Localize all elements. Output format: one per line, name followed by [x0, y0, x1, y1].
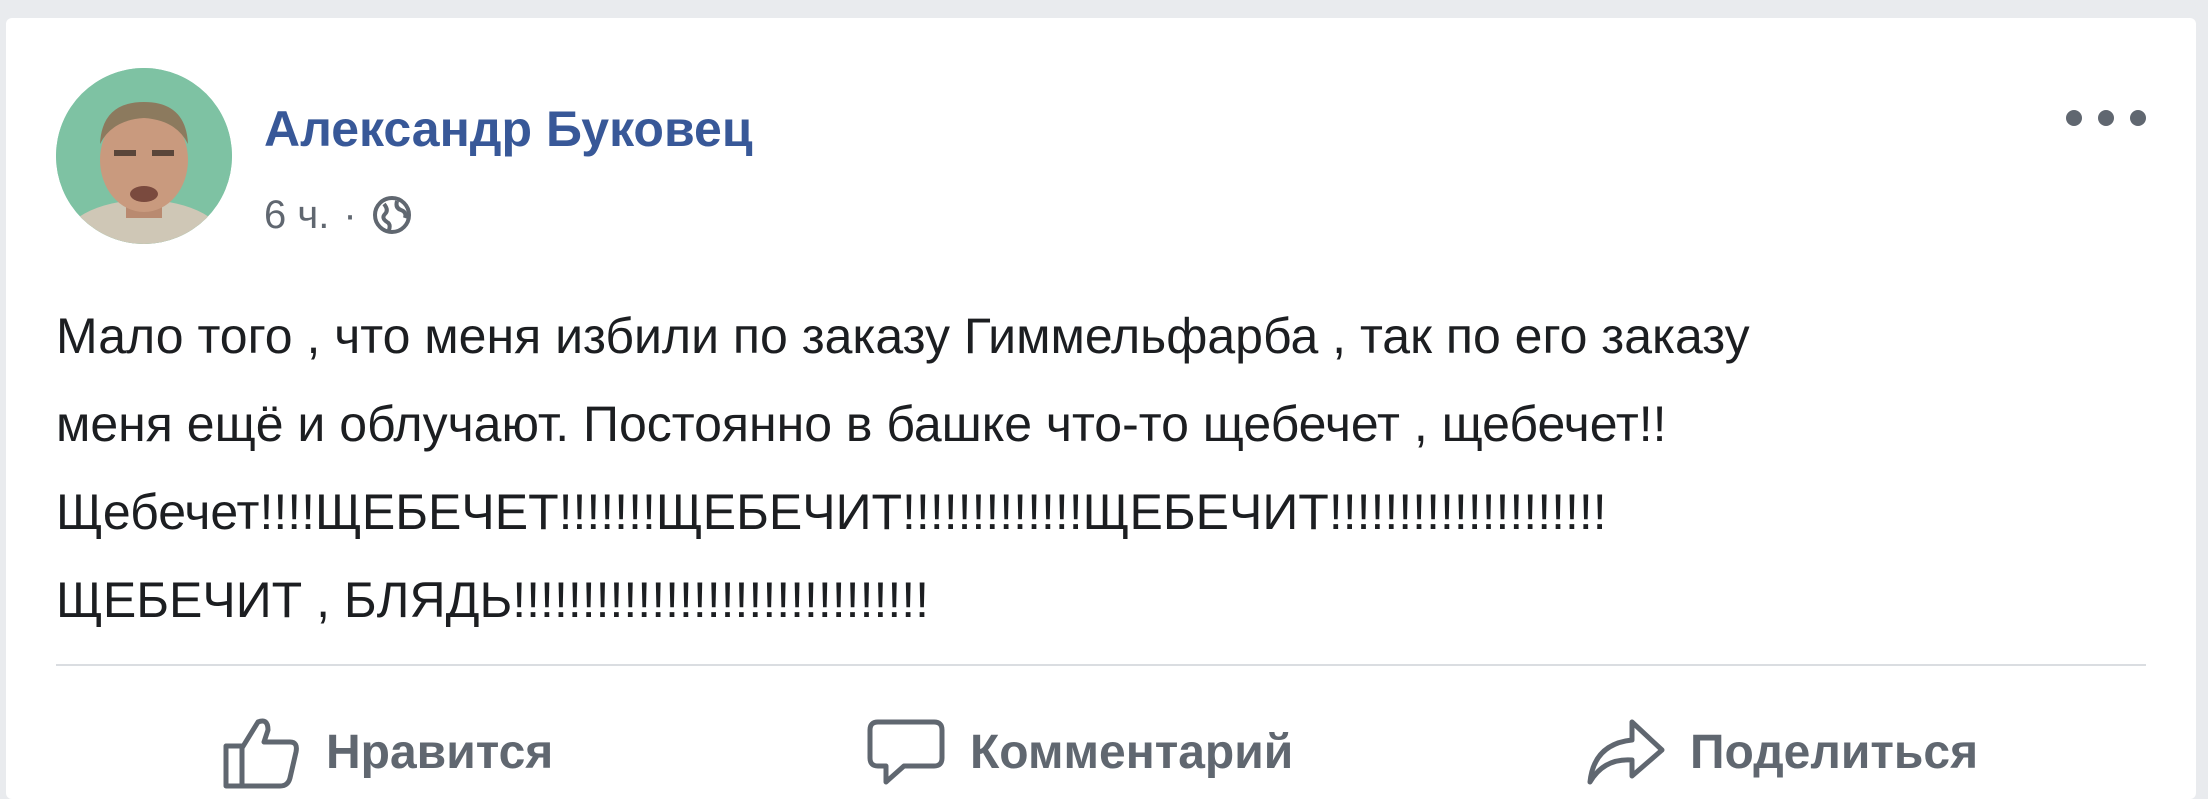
- post-text-line: меня ещё и облучают. Постоянно в башке ч…: [56, 396, 1667, 452]
- actions-divider: [56, 664, 2146, 666]
- avatar-photo: [56, 68, 232, 244]
- like-label: Нравится: [326, 725, 554, 779]
- comment-icon: [867, 719, 945, 785]
- post-body: Мало того , что меня избили по заказу Ги…: [56, 292, 2136, 644]
- share-icon: [1587, 719, 1665, 785]
- like-button[interactable]: Нравится: [220, 714, 553, 790]
- share-button[interactable]: Поделиться: [1584, 714, 1978, 790]
- dot: [2130, 110, 2146, 126]
- dot: [2066, 110, 2082, 126]
- post-text-line: Щебечет!!!!ЩЕБЕЧЕТ!!!!!!!ЩЕБЕЧИТ!!!!!!!!…: [56, 484, 1607, 540]
- more-options-icon[interactable]: [2066, 98, 2146, 138]
- post-text-line: Мало того , что меня избили по заказу Ги…: [56, 308, 1750, 364]
- post-text-line: ЩЕБЕЧИТ , БЛЯДЬ!!!!!!!!!!!!!!!!!!!!!!!!!…: [56, 572, 930, 628]
- globe-icon[interactable]: [371, 194, 413, 236]
- meta-separator: ·: [343, 192, 357, 237]
- comment-label: Комментарий: [970, 725, 1294, 779]
- comment-button[interactable]: Комментарий: [864, 714, 1293, 790]
- post-card: Александр Буковец 6 ч. · Мало того , что…: [6, 18, 2196, 799]
- post-timestamp[interactable]: 6 ч.: [264, 193, 329, 238]
- share-label: Поделиться: [1690, 725, 1979, 779]
- post-meta: 6 ч. ·: [264, 190, 413, 240]
- author-name[interactable]: Александр Буковец: [264, 100, 753, 158]
- author-avatar[interactable]: [56, 68, 232, 244]
- thumbs-up-icon: [223, 718, 299, 789]
- dot: [2098, 110, 2114, 126]
